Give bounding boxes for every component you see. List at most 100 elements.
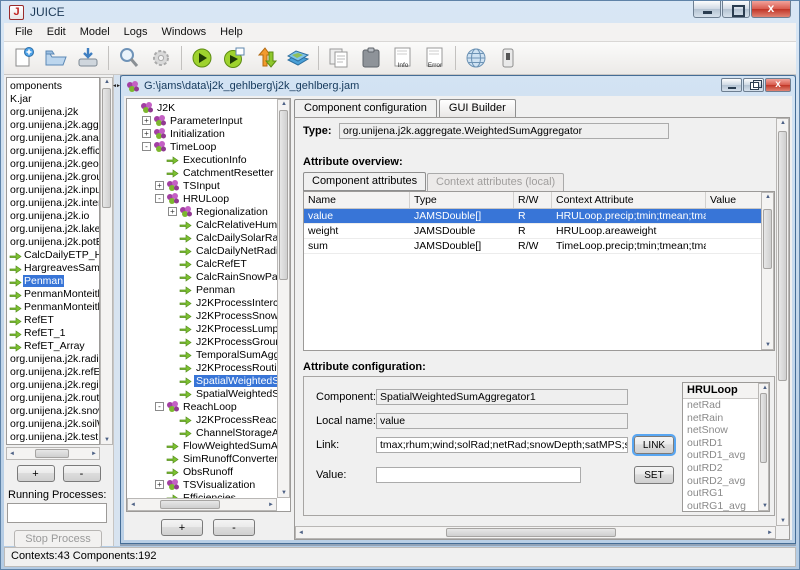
sidebar-item-org-unijena-j2k-routin[interactable]: org.unijena.j2k.routin	[7, 391, 99, 404]
table-vertical-scrollbar[interactable]	[761, 192, 774, 350]
tree-node-spatialweightedsum[interactable]: SpatialWeightedSum	[129, 374, 290, 387]
open-model-button[interactable]	[40, 44, 72, 72]
search-button[interactable]	[113, 44, 145, 72]
tree-node-timeloop[interactable]: -TimeLoop	[129, 140, 290, 153]
tree-node-calcrelativehumidit[interactable]: CalcRelativeHumidit	[129, 218, 290, 231]
tree-expander-icon[interactable]: +	[155, 181, 164, 190]
link-button[interactable]: LINK	[634, 436, 674, 454]
tree-node-obsrunoff[interactable]: ObsRunoff	[129, 465, 290, 478]
inner-minimize-button[interactable]	[721, 78, 742, 92]
sidebar-item-penmanmonteith[interactable]: PenmanMonteith	[7, 287, 99, 300]
save-model-button[interactable]	[72, 44, 104, 72]
settings-button[interactable]	[145, 44, 177, 72]
tree-expander-icon[interactable]: +	[168, 207, 177, 216]
context-attr-item[interactable]: outRG1	[683, 487, 769, 500]
model-export-button[interactable]	[250, 44, 282, 72]
close-button[interactable]	[751, 1, 791, 18]
tree-remove-button[interactable]: -	[213, 519, 255, 536]
minimize-button[interactable]	[693, 1, 721, 18]
table-column-header[interactable]: Value	[706, 192, 762, 208]
tree-node-j2kprocesssnow[interactable]: J2KProcessSnow	[129, 309, 290, 322]
table-column-header[interactable]: Name	[304, 192, 410, 208]
tree-node-penman[interactable]: Penman	[129, 283, 290, 296]
sidebar-item-refet-array[interactable]: RefET_Array	[7, 339, 99, 352]
context-list-scrollbar[interactable]	[758, 383, 769, 511]
tree-node-temporalsumaggreg[interactable]: TemporalSumAggreg	[129, 348, 290, 361]
tree-expander-icon[interactable]: +	[142, 116, 151, 125]
menu-file[interactable]: File	[8, 24, 40, 40]
tree-horizontal-scrollbar[interactable]	[127, 498, 277, 511]
sidebar-item-org-unijena-j2k-io[interactable]: org.unijena.j2k.io	[7, 209, 99, 222]
type-field[interactable]: org.unijena.j2k.aggregate.WeightedSumAgg…	[339, 123, 669, 139]
error-log-button[interactable]: Error	[419, 44, 451, 72]
tree-node-flowweightedsumaggre[interactable]: FlowWeightedSumAggre	[129, 439, 290, 452]
sidebar-item-org-unijena-j2k-soilwa[interactable]: org.unijena.j2k.soilWa	[7, 417, 99, 430]
context-attr-item[interactable]: outRD1_avg	[683, 449, 769, 462]
tree-node-simrunoffconverter[interactable]: SimRunoffConverter	[129, 452, 290, 465]
tree-node-j2kprocesslumpeds[interactable]: J2KProcessLumpedS	[129, 322, 290, 335]
info-log-button[interactable]: Info	[387, 44, 419, 72]
inner-close-button[interactable]	[765, 78, 791, 92]
tree-node-tsinput[interactable]: +TSInput	[129, 179, 290, 192]
tree-node-calcrainsnowparts[interactable]: CalcRainSnowParts	[129, 270, 290, 283]
tree-node-j2kprocessrouting[interactable]: J2KProcessRouting	[129, 361, 290, 374]
tree-vertical-scrollbar[interactable]	[277, 99, 290, 498]
menu-edit[interactable]: Edit	[40, 24, 73, 40]
tree-node-parameterinput[interactable]: +ParameterInput	[129, 114, 290, 127]
table-column-header[interactable]: R/W	[514, 192, 552, 208]
tree-node-j2k[interactable]: J2K	[129, 101, 290, 114]
tree-node-calcdailysolarradia[interactable]: CalcDailySolarRadia	[129, 231, 290, 244]
tree-expander-icon[interactable]: -	[155, 194, 164, 203]
tab-gui-builder[interactable]: GUI Builder	[439, 99, 516, 117]
tree-node-channelstorageagg[interactable]: ChannelStorageAgg	[129, 426, 290, 439]
sidebar-item-refet-1[interactable]: RefET_1	[7, 326, 99, 339]
remove-component-button[interactable]: -	[63, 465, 101, 482]
sidebar-item-org-unijena-j2k-efficie[interactable]: org.unijena.j2k.efficie	[7, 144, 99, 157]
title-bar[interactable]: J JUICE	[1, 1, 799, 23]
inner-restore-button[interactable]	[743, 78, 764, 92]
sidebar-item-org-unijena-j2k-testfu[interactable]: org.unijena.j2k.testFu	[7, 430, 99, 443]
tree-expander-icon[interactable]: +	[155, 480, 164, 489]
sidebar-item-org-unijena-j2k-analys[interactable]: org.unijena.j2k.analys	[7, 131, 99, 144]
stop-process-button[interactable]: Stop Process	[14, 530, 102, 548]
tab-component-attributes[interactable]: Component attributes	[303, 172, 426, 191]
tree-node-initialization[interactable]: +Initialization	[129, 127, 290, 140]
clipboard-button[interactable]	[355, 44, 387, 72]
tree-expander-icon[interactable]: -	[155, 402, 164, 411]
tree-node-j2kprocessgroundw[interactable]: J2KProcessGroundw	[129, 335, 290, 348]
context-attr-item[interactable]: outRD1	[683, 437, 769, 450]
sidebar-item-org-unijena-j2k-inputd[interactable]: org.unijena.j2k.inputD	[7, 183, 99, 196]
map-view-button[interactable]	[282, 44, 314, 72]
context-attr-item[interactable]: outRG1_avg	[683, 500, 769, 512]
tab-component-configuration[interactable]: Component configuration	[294, 99, 437, 118]
sidebar-item-org-unijena-j2k-groun[interactable]: org.unijena.j2k.groun	[7, 170, 99, 183]
tab-context-attributes[interactable]: Context attributes (local)	[427, 173, 564, 192]
sidebar-item-org-unijena-j2k-snow[interactable]: org.unijena.j2k.snow	[7, 404, 99, 417]
context-attr-item[interactable]: outRD2	[683, 462, 769, 475]
tree-node-reachloop[interactable]: -ReachLoop	[129, 400, 290, 413]
sidebar-item-org-unijena-j2k-aggre[interactable]: org.unijena.j2k.aggre	[7, 118, 99, 131]
sidebar-vertical-scrollbar[interactable]	[100, 77, 113, 445]
tree-node-executioninfo[interactable]: ExecutionInfo	[129, 153, 290, 166]
config-vertical-scrollbar[interactable]	[776, 118, 789, 526]
copy-log-button[interactable]	[323, 44, 355, 72]
tree-expander-icon[interactable]: +	[142, 129, 151, 138]
sidebar-item-org-unijena-j2k-region[interactable]: org.unijena.j2k.region	[7, 378, 99, 391]
menu-help[interactable]: Help	[213, 24, 250, 40]
run-model-gui-button[interactable]	[218, 44, 250, 72]
device-button[interactable]	[492, 44, 524, 72]
tree-expander-icon[interactable]: -	[142, 142, 151, 151]
sidebar-item-org-unijena-j2k-radiat[interactable]: org.unijena.j2k.radiat	[7, 352, 99, 365]
table-row[interactable]: sumJAMSDouble[]R/WTimeLoop.precip;tmin;t…	[304, 239, 774, 254]
config-horizontal-scrollbar[interactable]	[295, 526, 776, 539]
component-field[interactable]: SpatialWeightedSumAggregator1	[376, 389, 628, 405]
tree-node-calcdailynetradiati[interactable]: CalcDailyNetRadiati	[129, 244, 290, 257]
model-window-title-bar[interactable]: G:\jams\data\j2k_gehlberg\j2k_gehlberg.j…	[121, 76, 795, 96]
sidebar-item-org-unijena-j2k-geogr[interactable]: org.unijena.j2k.geogr	[7, 157, 99, 170]
set-button[interactable]: SET	[634, 466, 674, 484]
tree-add-button[interactable]: +	[161, 519, 203, 536]
tree-node-spatialweightedsum[interactable]: SpatialWeightedSum	[129, 387, 290, 400]
sidebar-item-calcdailyetp-hau[interactable]: CalcDailyETP_Hau	[7, 248, 99, 261]
sidebar-item-org-unijena-j2k-refet[interactable]: org.unijena.j2k.refET	[7, 365, 99, 378]
sidebar-item-omponents[interactable]: omponents	[7, 79, 99, 92]
